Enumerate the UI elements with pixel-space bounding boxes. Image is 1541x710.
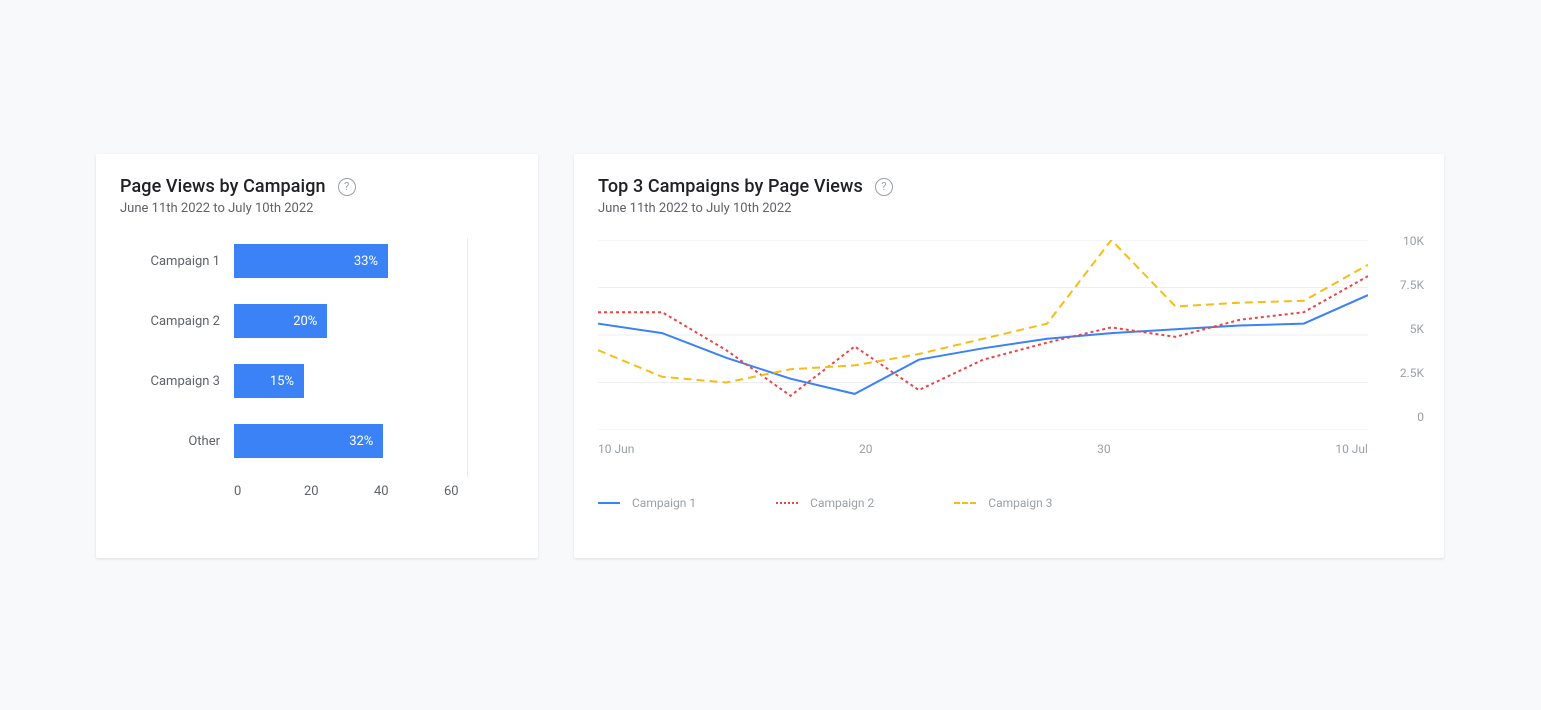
bar-chart: Campaign 133% Campaign 220% Campaign 315% O… [120, 244, 514, 499]
legend-label: Campaign 1 [632, 496, 696, 510]
x-tick-label: 10 Jun [598, 442, 634, 456]
y-tick-label: 0 [1384, 410, 1424, 424]
card-header: Page Views by Campaign ? [120, 176, 514, 197]
legend-swatch [776, 502, 798, 504]
y-axis-labels: 10K 7.5K 5K 2.5K 0 [1384, 234, 1424, 424]
series-line [598, 295, 1368, 394]
bar-track: 32% [234, 424, 514, 458]
bar-gridline [467, 238, 468, 477]
card-page-views-by-campaign: Page Views by Campaign ? June 11th 2022 … [96, 154, 538, 558]
x-tick-label: 30 [1097, 442, 1111, 456]
card-title: Page Views by Campaign [120, 176, 326, 197]
legend-item: Campaign 2 [776, 496, 874, 510]
bar-label: Campaign 1 [120, 254, 234, 269]
axis-tick: 0 [234, 484, 304, 499]
chart-legend: Campaign 1 Campaign 2 Campaign 3 [598, 496, 1420, 510]
legend-swatch [954, 502, 976, 504]
axis-tick: 60 [444, 484, 514, 499]
card-subtitle: June 11th 2022 to July 10th 2022 [598, 201, 1420, 216]
y-tick-label: 10K [1384, 234, 1424, 248]
legend-label: Campaign 2 [810, 496, 874, 510]
card-title: Top 3 Campaigns by Page Views [598, 176, 863, 197]
y-tick-label: 5K [1384, 322, 1424, 336]
axis-tick: 20 [304, 484, 374, 499]
bar-track: 20% [234, 304, 514, 338]
bar-row: Other32% [120, 424, 514, 458]
bar-row: Campaign 220% [120, 304, 514, 338]
line-chart: 10K7.5K5K2.5K0 10 Jun203010 Jul [598, 240, 1420, 450]
bar-track: 33% [234, 244, 514, 278]
series-line [598, 276, 1368, 396]
bar-row: Campaign 133% [120, 244, 514, 278]
x-tick-label: 10 Jul [1335, 442, 1368, 456]
bar-label: Campaign 3 [120, 374, 234, 389]
bar-fill: 15% [234, 364, 304, 398]
x-axis-labels: 10 Jun 20 30 10 Jul [598, 442, 1368, 456]
legend-swatch [598, 502, 620, 504]
card-top-3-campaigns: Top 3 Campaigns by Page Views ? June 11t… [574, 154, 1444, 558]
legend-label: Campaign 3 [988, 496, 1052, 510]
bar-track: 15% [234, 364, 514, 398]
series-line [598, 240, 1368, 383]
bar-x-axis: 0204060 [234, 484, 514, 499]
x-tick-label: 20 [859, 442, 873, 456]
line-chart-svg [598, 240, 1368, 430]
y-tick-label: 7.5K [1384, 278, 1424, 292]
card-header: Top 3 Campaigns by Page Views ? [598, 176, 1420, 197]
bar-label: Other [120, 434, 234, 449]
help-icon[interactable]: ? [338, 178, 356, 196]
bar-fill: 32% [234, 424, 383, 458]
card-subtitle: June 11th 2022 to July 10th 2022 [120, 201, 514, 216]
help-icon[interactable]: ? [875, 178, 893, 196]
bar-row: Campaign 315% [120, 364, 514, 398]
legend-item: Campaign 1 [598, 496, 696, 510]
axis-tick: 40 [374, 484, 444, 499]
bar-fill: 20% [234, 304, 327, 338]
bar-label: Campaign 2 [120, 314, 234, 329]
y-tick-label: 2.5K [1384, 366, 1424, 380]
bar-fill: 33% [234, 244, 388, 278]
legend-item: Campaign 3 [954, 496, 1052, 510]
